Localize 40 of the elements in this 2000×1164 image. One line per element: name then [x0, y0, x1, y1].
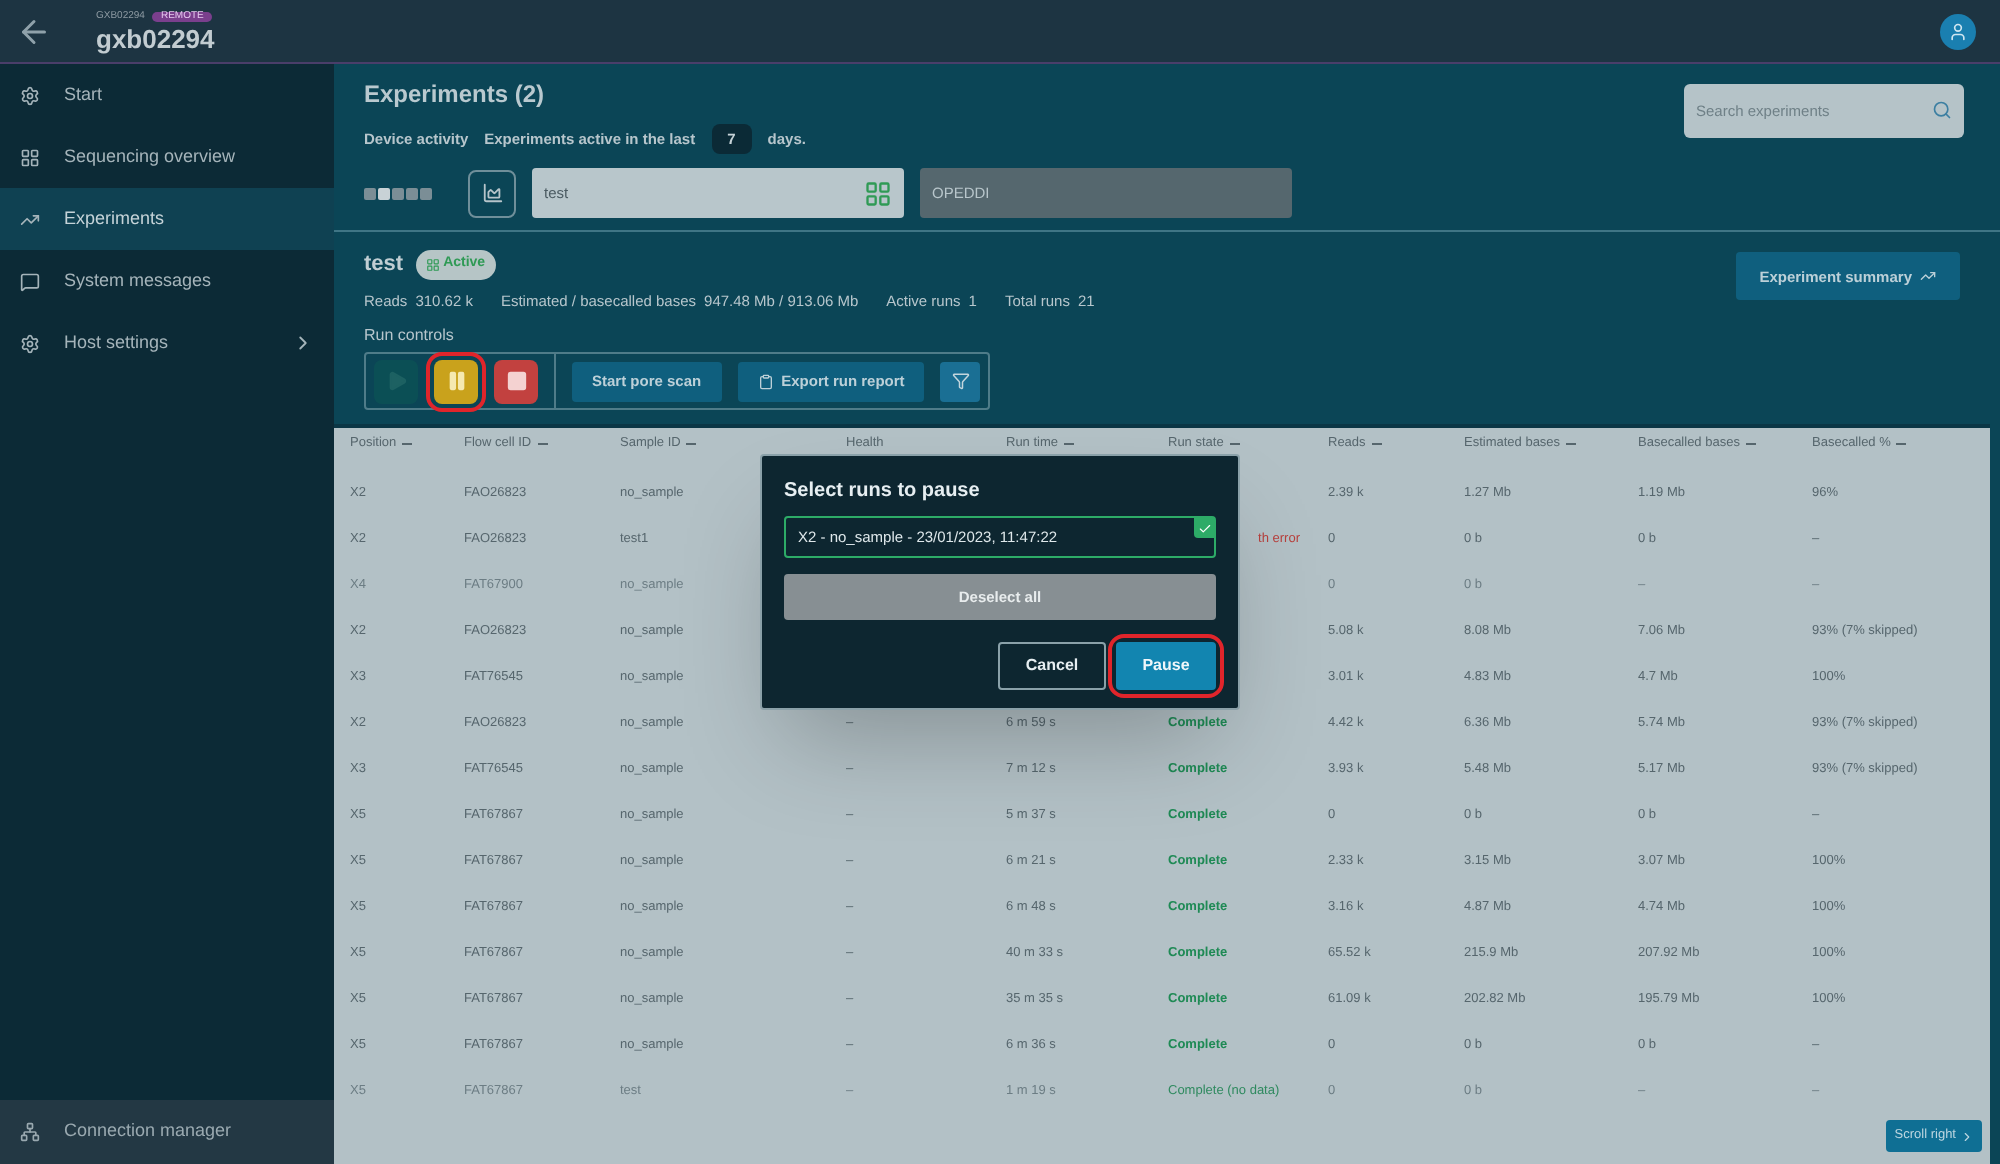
highlight-ring [426, 351, 486, 411]
cancel-button[interactable]: Cancel [998, 642, 1106, 690]
grid-icon [864, 179, 892, 208]
run-controls-label: Run controls [364, 324, 456, 348]
page-indicator[interactable] [420, 187, 432, 200]
page-indicator[interactable] [378, 187, 390, 200]
page-indicator[interactable] [392, 187, 404, 200]
sidebar-item[interactable]: System messages [0, 250, 334, 312]
stop-button[interactable] [494, 359, 538, 403]
gear-icon [20, 85, 40, 105]
stop-icon [505, 370, 527, 392]
page-indicator[interactable] [406, 187, 418, 200]
trend-line-icon [20, 209, 40, 229]
page-title: Experiments (2) [364, 78, 547, 112]
user-avatar[interactable] [1940, 13, 1976, 49]
sidebar-item[interactable]: Connection manager [0, 1100, 334, 1164]
sidebar-item[interactable]: Sequencing overview [0, 126, 334, 188]
grid-icon [20, 147, 40, 167]
page-indicator[interactable] [364, 187, 376, 200]
device-name: gxb02294 [96, 25, 215, 51]
clipboard-icon [757, 373, 774, 389]
chat-bubble-icon [20, 271, 40, 291]
sidebar-item[interactable]: Experiments [0, 188, 334, 250]
filter-icon [951, 372, 970, 390]
filter-button[interactable] [940, 361, 981, 401]
search-icon [1932, 100, 1952, 120]
pause-icon [445, 370, 467, 392]
experiment-name: test [364, 250, 404, 281]
sidebar-item[interactable]: Host settings [0, 312, 334, 374]
grid-icon [425, 258, 440, 272]
highlight-ring [1108, 634, 1224, 698]
dialog-title: Select runs to pause [784, 478, 982, 506]
chevron-right-icon [1960, 1129, 1974, 1143]
trend-line-icon [1920, 268, 1936, 285]
person-icon [1948, 21, 1968, 41]
chart-button[interactable] [468, 169, 516, 218]
network-icon [20, 1122, 40, 1142]
gear-icon [20, 333, 40, 353]
sidebar-item[interactable]: Start [0, 64, 334, 126]
chart-icon [481, 182, 503, 205]
